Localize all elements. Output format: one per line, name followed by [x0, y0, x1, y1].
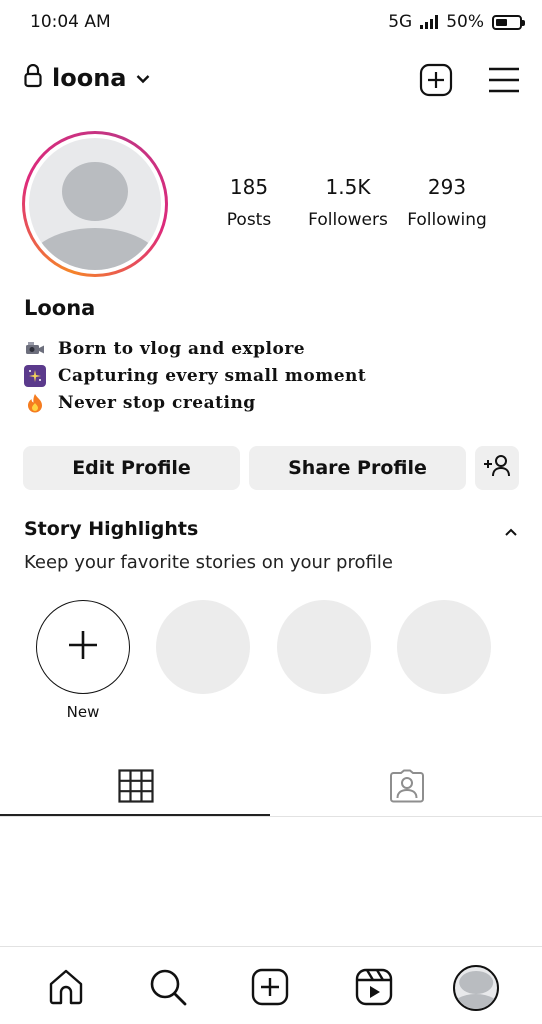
tab-tagged[interactable] — [271, 760, 542, 816]
followers-label: Followers — [308, 210, 388, 230]
highlight-placeholder — [277, 600, 371, 694]
tab-divider — [0, 816, 542, 817]
bottom-nav — [0, 946, 542, 1024]
status-time: 10:04 AM — [30, 12, 111, 32]
following-stat[interactable]: 293 Following — [392, 172, 502, 230]
grid-icon — [117, 769, 154, 807]
highlight-placeholder — [156, 600, 250, 694]
chevron-down-icon — [136, 69, 150, 88]
highlights-title: Story Highlights — [24, 518, 199, 540]
search-icon[interactable] — [146, 965, 190, 1009]
following-count: 293 — [427, 175, 467, 199]
posts-count: 185 — [229, 175, 269, 199]
account-switcher[interactable]: loona — [24, 63, 150, 92]
plus-icon — [67, 629, 99, 665]
status-bar: 10:04 AM 5G 50% — [0, 0, 542, 44]
network-type: 5G — [388, 12, 413, 32]
posts-label: Posts — [226, 210, 272, 230]
followers-count: 1.5K — [325, 175, 371, 199]
tab-posts-grid[interactable] — [0, 760, 271, 816]
edit-profile-button[interactable]: Edit Profile — [23, 446, 240, 490]
sparkle-photo-emoji — [24, 364, 46, 387]
profile-avatar[interactable] — [453, 965, 499, 1011]
profile-avatar[interactable] — [22, 131, 168, 277]
camera-emoji — [24, 338, 46, 360]
highlight-placeholder — [397, 600, 491, 694]
battery-level — [496, 18, 507, 26]
new-highlight-button[interactable] — [36, 600, 130, 694]
home-icon[interactable] — [44, 965, 88, 1009]
display-name: Loona — [24, 296, 96, 320]
create-post-icon[interactable] — [418, 62, 454, 98]
bio-text: Never stop creating — [58, 392, 256, 413]
menu-icon[interactable] — [486, 62, 522, 98]
posts-stat[interactable]: 185 Posts — [194, 172, 304, 230]
following-label: Following — [407, 210, 487, 230]
battery-icon — [492, 14, 525, 30]
username: loona — [52, 64, 127, 92]
share-profile-button[interactable]: Share Profile — [249, 446, 466, 490]
bio-line: Capturing every small moment — [24, 362, 366, 389]
profile-header: loona — [0, 58, 542, 102]
active-tab-indicator — [0, 814, 270, 816]
signal-icon — [420, 15, 439, 29]
add-person-icon — [482, 454, 512, 483]
battery-percent: 50% — [446, 12, 484, 32]
fire-emoji — [24, 392, 46, 414]
tagged-icon — [389, 769, 425, 807]
bio-text: Born to vlog and explore — [58, 338, 306, 359]
avatar-placeholder — [29, 138, 161, 270]
bio: Born to vlog and explore Capturing every… — [24, 335, 366, 416]
status-indicators: 5G 50% — [388, 12, 525, 32]
highlights-subtitle: Keep your favorite stories on your profi… — [24, 552, 393, 573]
create-icon[interactable] — [248, 965, 292, 1009]
bio-line: Born to vlog and explore — [24, 335, 366, 362]
discover-people-button[interactable] — [475, 446, 519, 490]
lock-icon — [24, 63, 42, 92]
reels-icon[interactable] — [352, 965, 396, 1009]
chevron-up-icon[interactable] — [504, 522, 518, 541]
followers-stat[interactable]: 1.5K Followers — [293, 172, 403, 230]
bio-text: Capturing every small moment — [58, 365, 367, 386]
new-highlight-label: New — [66, 703, 100, 721]
bio-line: Never stop creating — [24, 389, 366, 416]
